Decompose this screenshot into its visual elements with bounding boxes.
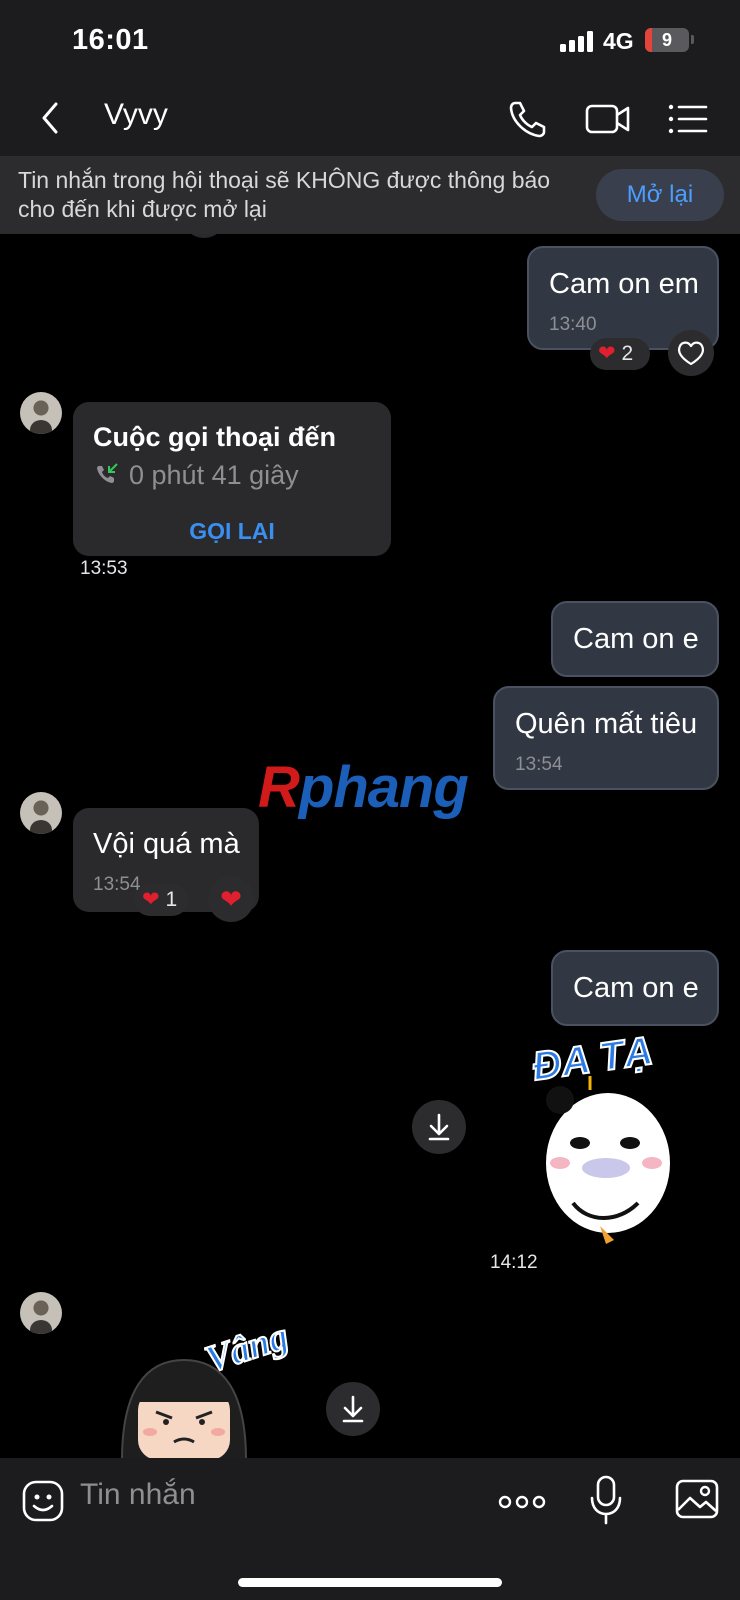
watermark-rest: phang xyxy=(298,755,469,820)
message-text: Cam on e xyxy=(573,623,699,655)
status-time: 16:01 xyxy=(72,24,149,56)
sticker-yes[interactable]: Vâng xyxy=(116,1290,316,1458)
network-label: 4G xyxy=(603,28,634,54)
call-title: Cuộc gọi thoại đến xyxy=(93,422,336,452)
composer-bar: Tin nhắn xyxy=(0,1458,740,1600)
more-button[interactable] xyxy=(498,1484,546,1520)
video-call-button[interactable] xyxy=(583,94,633,144)
sticker-thanks[interactable]: ĐA TẠ xyxy=(518,1018,688,1248)
avatar[interactable] xyxy=(20,792,62,834)
chevron-left-icon xyxy=(42,102,58,134)
voice-call-button[interactable] xyxy=(503,94,553,144)
battery-cap xyxy=(691,35,694,44)
phone-icon xyxy=(509,101,546,138)
download-icon xyxy=(342,1395,364,1423)
mute-banner: Tin nhắn trong hội thoại sẽ KHÔNG được t… xyxy=(0,156,740,234)
sticker-caption: ĐA TẠ xyxy=(530,1029,656,1089)
message-text: Vội quá mà xyxy=(93,828,240,860)
react-button[interactable] xyxy=(668,330,714,376)
reaction-summary[interactable]: ❤ 2 xyxy=(590,338,650,370)
message-time: 13:40 xyxy=(549,314,597,335)
heart-icon: ❤ xyxy=(220,884,242,914)
sticker-image: ĐA TẠ xyxy=(529,1028,670,1244)
message-time: 13:54 xyxy=(93,874,141,895)
avatar[interactable] xyxy=(20,1292,62,1334)
message-time: 14:12 xyxy=(484,1250,544,1276)
video-camera-icon xyxy=(585,104,630,134)
home-indicator xyxy=(238,1578,502,1587)
reaction-count: 1 xyxy=(165,888,178,911)
download-button[interactable] xyxy=(412,1100,466,1154)
message-time: 13:54 xyxy=(515,754,563,775)
contact-name[interactable]: Vyvy xyxy=(104,98,168,132)
list-icon xyxy=(668,104,708,134)
sticker-image: Vâng xyxy=(121,1314,294,1458)
voice-record-button[interactable] xyxy=(588,1474,624,1526)
watermark: Rphang xyxy=(258,754,469,821)
status-bar: 16:01 4G 9 xyxy=(0,0,740,82)
emoji-button[interactable] xyxy=(20,1478,66,1524)
message-bubble[interactable]: Quên mất tiêu 13:54 xyxy=(493,686,719,790)
incoming-call-icon xyxy=(97,463,118,483)
message-text: Cam on em xyxy=(549,268,699,300)
watermark-r: R xyxy=(258,755,300,820)
message-bubble[interactable]: Cam on e xyxy=(551,950,719,1026)
battery-icon: 9 xyxy=(645,28,689,52)
reaction-summary[interactable]: ❤ 1 xyxy=(134,884,188,916)
download-icon xyxy=(428,1113,450,1141)
message-bubble[interactable]: Cam on e xyxy=(551,601,719,677)
chat-header: Vyvy xyxy=(0,82,740,156)
call-duration: 0 phút 41 giây xyxy=(129,460,299,490)
signal-icon xyxy=(560,30,596,52)
message-text: Cam on e xyxy=(573,972,699,1004)
heart-icon: ❤ xyxy=(142,888,160,911)
image-icon xyxy=(675,1479,719,1519)
emoji-icon xyxy=(22,1480,64,1522)
download-button[interactable] xyxy=(326,1382,380,1436)
message-input[interactable]: Tin nhắn xyxy=(80,1478,196,1512)
battery-text: 9 xyxy=(661,30,672,50)
partial-reaction xyxy=(182,234,226,238)
back-button[interactable] xyxy=(28,94,76,142)
message-text: Quên mất tiêu xyxy=(515,708,698,740)
menu-button[interactable] xyxy=(664,94,714,144)
heart-icon: ❤ xyxy=(598,342,616,365)
message-time: 13:53 xyxy=(74,556,134,582)
reaction-count: 2 xyxy=(621,342,634,365)
message-list[interactable]: Cam on em 13:40 ❤ 2 Cuộc gọi thoại đến 0… xyxy=(0,234,740,1458)
image-picker-button[interactable] xyxy=(674,1476,720,1522)
call-back-button[interactable]: GỌI LẠI xyxy=(73,518,391,545)
call-card[interactable]: Cuộc gọi thoại đến 0 phút 41 giây GỌI LẠ… xyxy=(73,402,391,556)
avatar[interactable] xyxy=(20,392,62,434)
microphone-icon xyxy=(590,1475,622,1525)
mute-banner-text: Tin nhắn trong hội thoại sẽ KHÔNG được t… xyxy=(18,167,551,222)
heart-outline-icon xyxy=(677,341,705,366)
unmute-button[interactable]: Mở lại xyxy=(596,169,724,221)
react-button[interactable]: ❤ xyxy=(208,876,254,922)
more-dots-icon xyxy=(498,1495,546,1509)
